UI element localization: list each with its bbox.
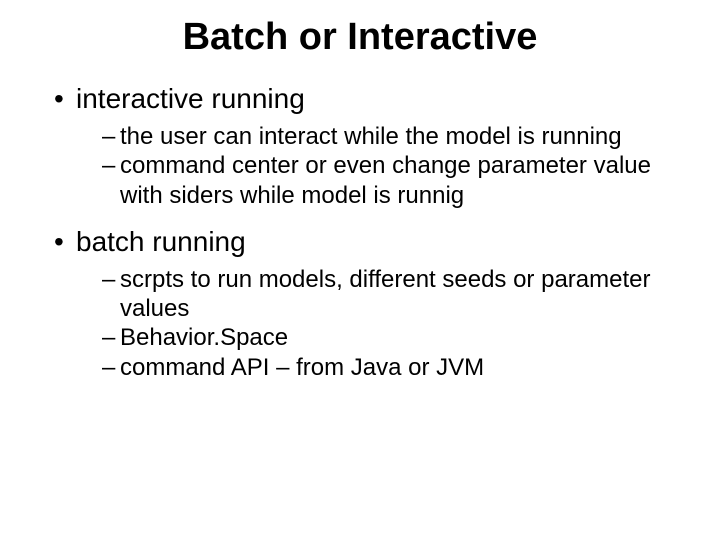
slide: Batch or Interactive interactive running…	[0, 0, 720, 540]
bullet-level2: command center or even change parameter …	[102, 151, 680, 210]
bullet-level2: scrpts to run models, different seeds or…	[102, 265, 680, 324]
bullet-text: batch running	[76, 226, 246, 257]
bullet-text: scrpts to run models, different seeds or…	[120, 266, 650, 322]
bullet-level1: batch running	[54, 224, 680, 259]
bullet-level2: Behavior.Space	[102, 323, 680, 352]
bullet-level2: command API – from Java or JVM	[102, 353, 680, 382]
bullet-text: the user can interact while the model is…	[120, 123, 622, 150]
bullet-level1-group: interactive running	[40, 81, 680, 116]
bullet-text: interactive running	[76, 83, 305, 114]
bullet-text: command API – from Java or JVM	[120, 354, 484, 381]
bullet-level2-group: scrpts to run models, different seeds or…	[40, 265, 680, 382]
bullet-level2: the user can interact while the model is…	[102, 122, 680, 151]
bullet-text: command center or even change parameter …	[120, 152, 651, 208]
bullet-text: Behavior.Space	[120, 324, 288, 351]
bullet-level1-group: batch running	[40, 224, 680, 259]
bullet-level2-group: the user can interact while the model is…	[40, 122, 680, 210]
slide-title: Batch or Interactive	[40, 16, 680, 59]
bullet-level1: interactive running	[54, 81, 680, 116]
